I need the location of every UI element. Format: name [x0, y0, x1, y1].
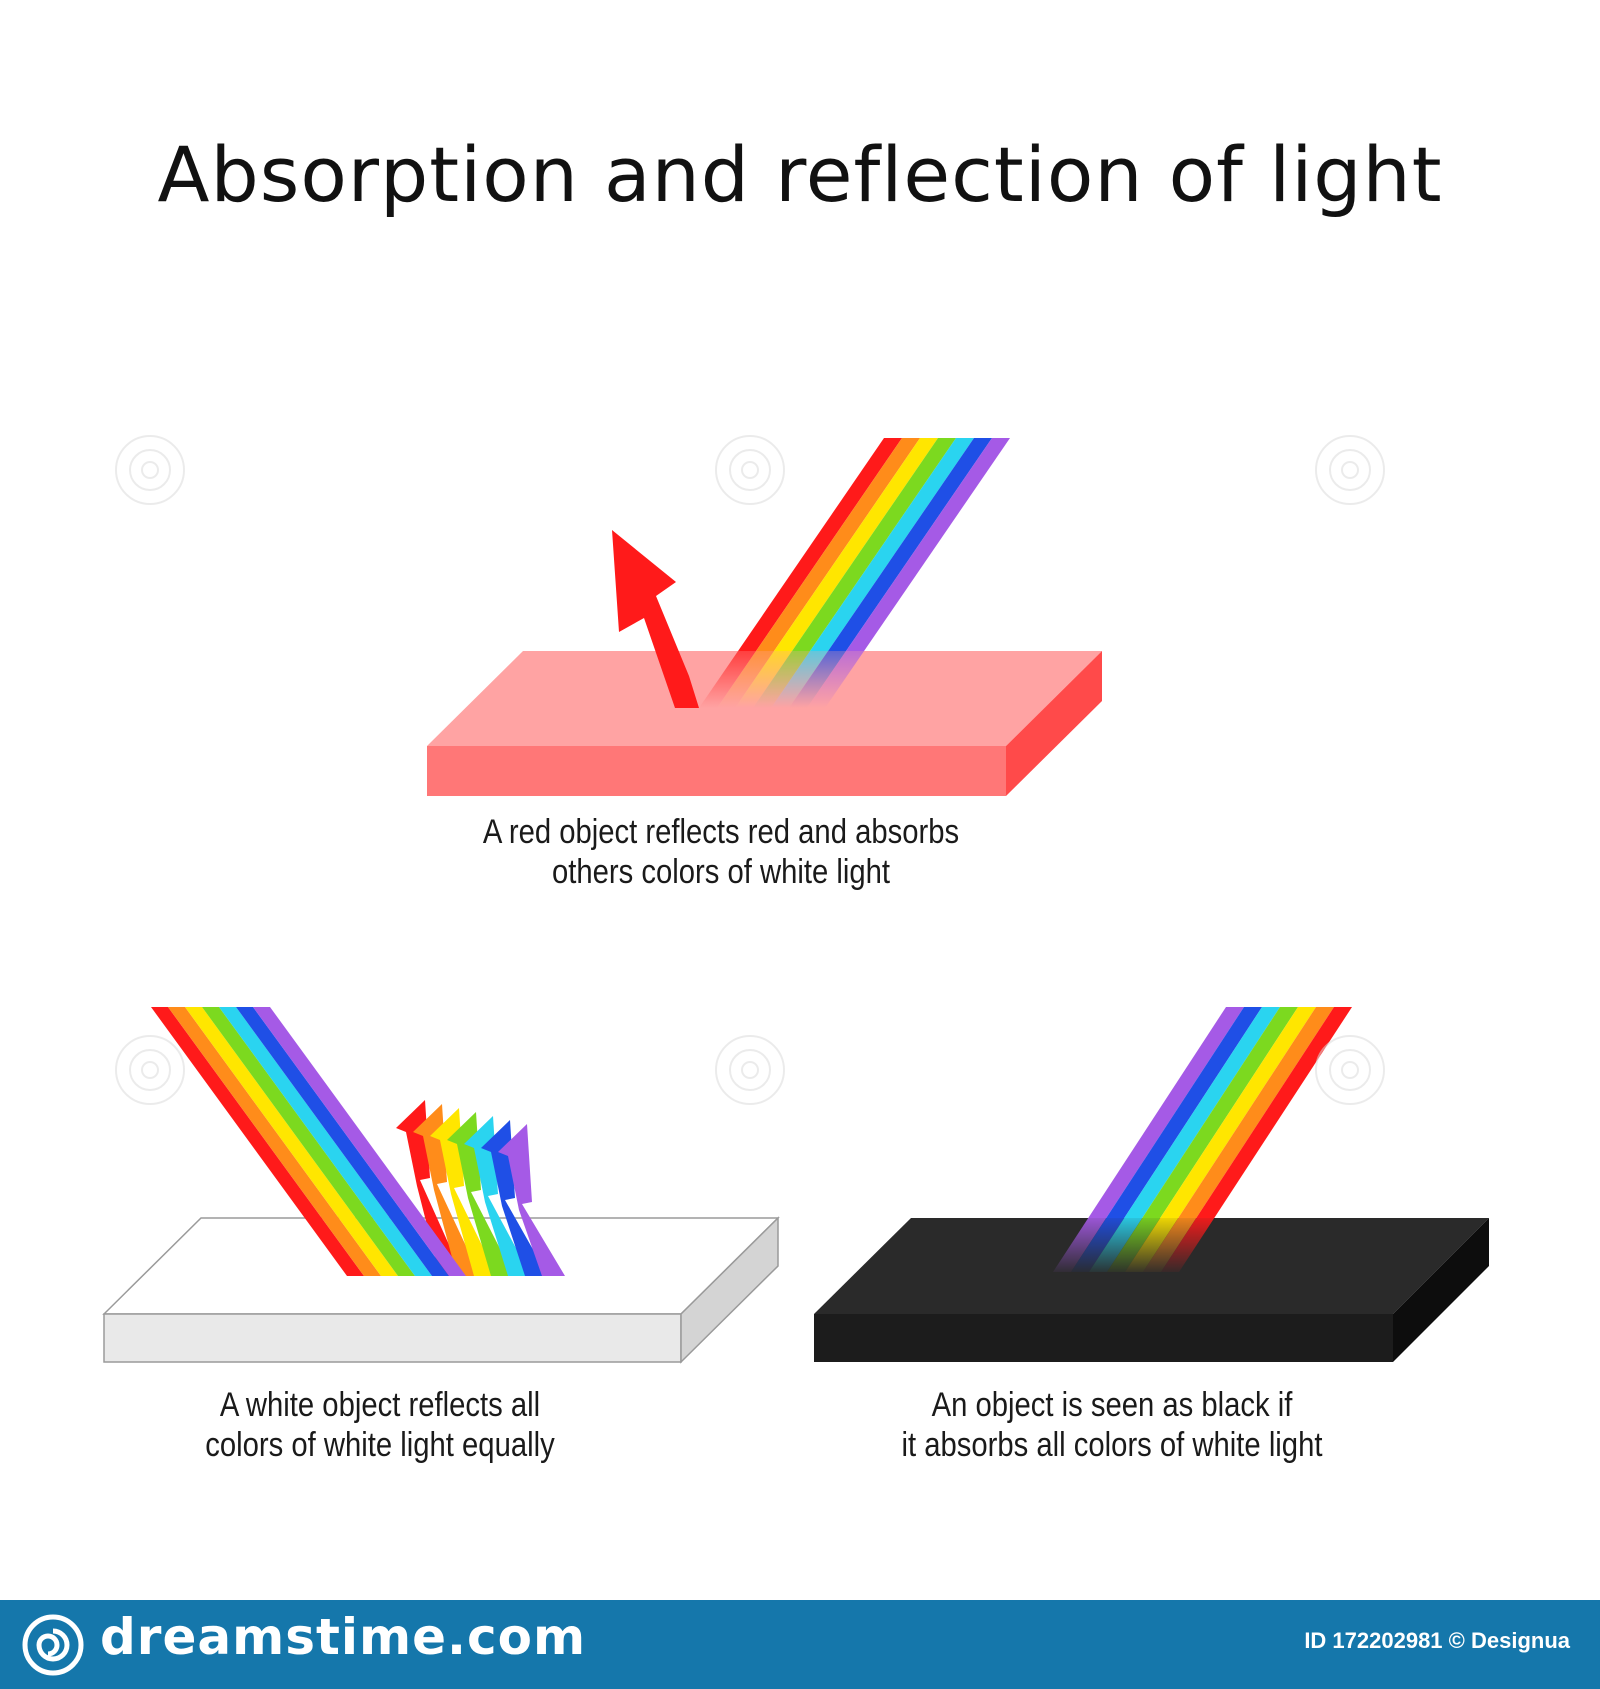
- spiral-logo-icon: [22, 1614, 84, 1676]
- brand-name: dreamstime.com: [100, 1608, 587, 1666]
- black-absorb-fade: [1040, 1218, 1300, 1276]
- black-object-caption: An object is seen as black if it absorbs…: [880, 1385, 1344, 1465]
- red-object-caption-line2: others colors of white light: [551, 853, 891, 891]
- page-title: Absorption and reflection of light: [157, 130, 1443, 219]
- diagram-illustration: [102, 435, 1489, 1364]
- white-object-caption-line2: colors of white light equally: [205, 1426, 555, 1464]
- white-object-panel: [102, 1007, 780, 1364]
- black-object-caption-line1: An object is seen as black if: [931, 1386, 1293, 1424]
- footer-bar: dreamstime.com ID 172202981 © Designua: [0, 1600, 1600, 1689]
- black-object-panel: [814, 1007, 1489, 1362]
- white-slab-front: [103, 1313, 682, 1363]
- red-object-caption: A red object reflects red and absorbs ot…: [463, 812, 979, 892]
- red-object-panel: [427, 438, 1102, 796]
- diagram-canvas: Absorption and reflection of light A red…: [0, 0, 1600, 1689]
- white-object-caption: A white object reflects all colors of wh…: [165, 1385, 595, 1465]
- image-credit: ID 172202981 © Designua: [1304, 1628, 1570, 1653]
- black-slab-front: [814, 1314, 1393, 1362]
- red-object-caption-line1: A red object reflects red and absorbs: [482, 813, 960, 851]
- white-object-caption-line1: A white object reflects all: [219, 1386, 541, 1424]
- black-object-caption-line2: it absorbs all colors of white light: [901, 1426, 1323, 1464]
- red-slab-front: [427, 746, 1006, 796]
